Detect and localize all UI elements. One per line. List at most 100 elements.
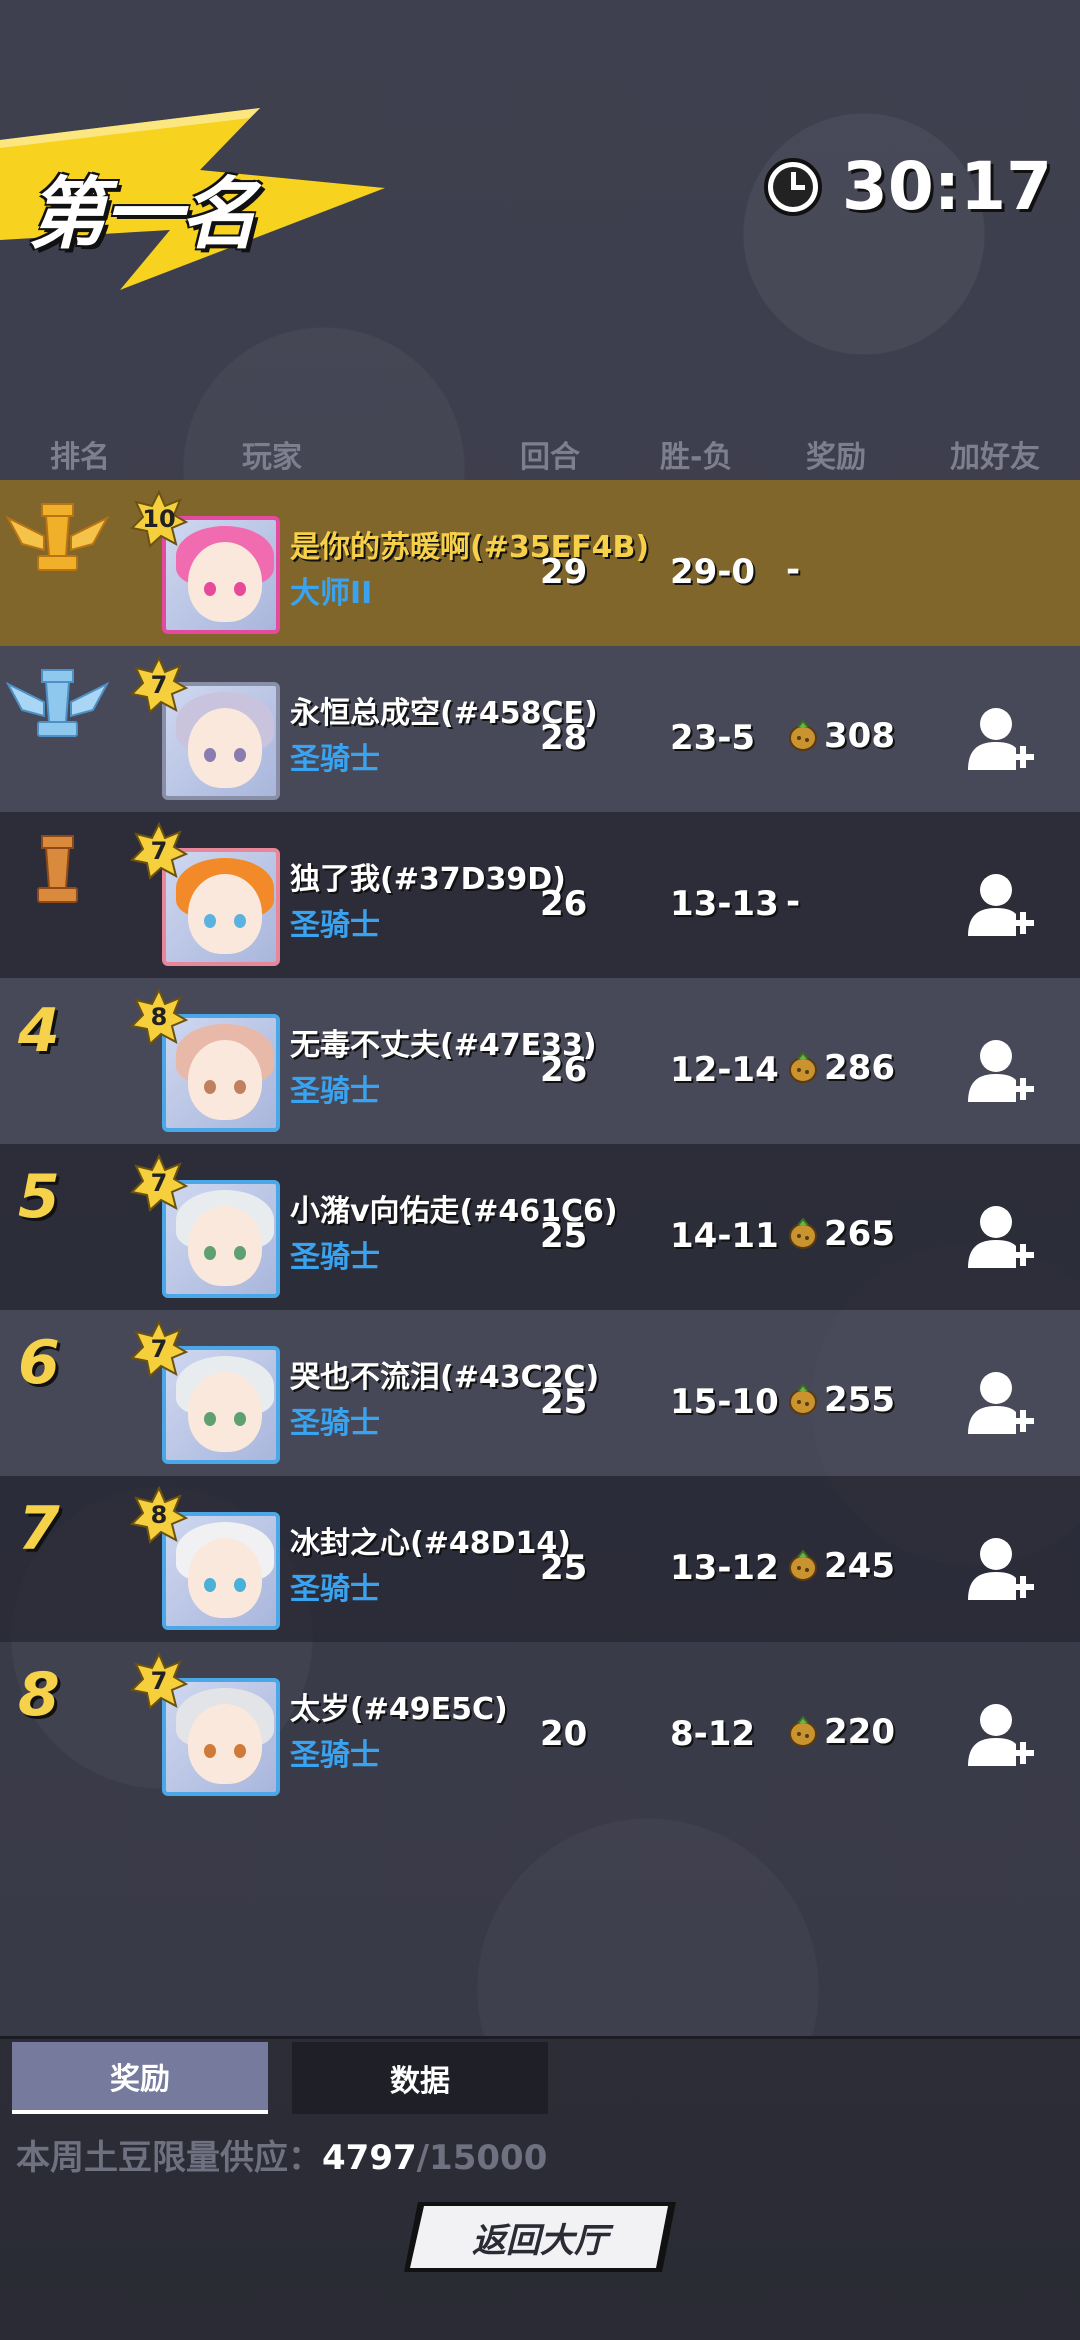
table-header: 排名 玩家 回合 胜-负 奖励 加好友 [0, 432, 1080, 482]
table-row: 8 7 太岁(#49E5C) 圣骑士 20 8-12 220 [0, 1642, 1080, 1808]
win-loss-value: 8-12 [670, 1714, 756, 1754]
player-name: 冰封之心(#48D14) [290, 1526, 571, 1561]
level-value: 8 [150, 1501, 168, 1529]
table-row: 10 是你的苏暖啊(#35EF4B) 大师II 29 29-0 - [0, 480, 1080, 646]
level-value: 7 [150, 837, 168, 865]
player-title: 圣骑士 [290, 742, 380, 777]
rank-number: 8 [18, 1660, 60, 1730]
col-win-loss: 胜-负 [660, 440, 733, 475]
round-value: 25 [540, 1548, 588, 1588]
level-value: 8 [150, 1003, 168, 1031]
potato-icon [789, 1217, 817, 1249]
win-loss-value: 13-13 [670, 884, 779, 924]
potato-icon [789, 1383, 817, 1415]
silver-trophy-icon [5, 669, 110, 737]
timer-text: 30:17 [841, 148, 1052, 225]
table-row: 7 永恒总成空(#458CE) 圣骑士 28 23-5 308 [0, 646, 1080, 812]
clock-icon [763, 157, 822, 216]
player-title: 圣骑士 [290, 1738, 380, 1773]
player-title: 圣骑士 [290, 1406, 380, 1441]
reward: - [786, 550, 800, 590]
tab-reward[interactable]: 奖励 [12, 2042, 268, 2114]
col-round: 回合 [520, 440, 580, 475]
back-button-label: 返回大厅 [472, 2220, 608, 2261]
potato-supply: 本周土豆限量供应：4797/15000 [16, 2130, 547, 2179]
col-add-friend: 加好友 [950, 440, 1040, 475]
level-value: 7 [150, 671, 168, 699]
rank-number: 7 [18, 1494, 60, 1564]
col-reward: 奖励 [806, 440, 866, 475]
reward-value: 286 [824, 1048, 895, 1088]
potato-icon [789, 1715, 817, 1747]
potato-icon [789, 1549, 817, 1581]
win-loss-value: 13-12 [670, 1548, 779, 1588]
add-friend-icon[interactable] [966, 1368, 1036, 1440]
add-friend-icon[interactable] [966, 1036, 1036, 1108]
match-timer: 30:17 [762, 148, 1052, 225]
col-rank: 排名 [50, 440, 110, 475]
reward-value: 220 [824, 1712, 895, 1752]
player-title: 圣骑士 [290, 1074, 380, 1109]
reward: 286 [786, 1048, 895, 1088]
gold-trophy-icon [5, 503, 110, 571]
round-value: 20 [540, 1714, 588, 1754]
add-friend-icon[interactable] [966, 1534, 1036, 1606]
add-friend-icon[interactable] [966, 1202, 1036, 1274]
level-value: 7 [150, 1169, 168, 1197]
reward: 255 [786, 1380, 895, 1420]
player-title: 圣骑士 [290, 908, 380, 943]
add-friend-icon[interactable] [966, 870, 1036, 942]
round-value: 28 [540, 718, 588, 758]
tab-data[interactable]: 数据 [292, 2042, 548, 2114]
back-to-lobby-button[interactable]: 返回大厅 [404, 2202, 676, 2272]
round-value: 29 [540, 552, 588, 592]
level-badge: 8 [129, 987, 189, 1046]
table-row: 4 8 无毒不丈夫(#47E33) 圣骑士 26 12-14 286 [0, 978, 1080, 1144]
level-value: 7 [150, 1667, 168, 1695]
player-name: 是你的苏暖啊(#35EF4B) [290, 530, 650, 565]
potato-icon [789, 719, 817, 751]
supply-current: 4797 [322, 2138, 417, 2178]
player-title: 大师II [290, 576, 373, 611]
level-badge: 8 [129, 1485, 189, 1544]
reward-value: - [786, 550, 801, 590]
supply-label: 本周土豆限量供应： [16, 2138, 322, 2178]
reward: 220 [786, 1712, 895, 1752]
player-name: 独了我(#37D39D) [290, 862, 566, 897]
reward-value: 308 [824, 716, 895, 756]
round-value: 25 [540, 1216, 588, 1256]
potato-icon [789, 1051, 817, 1083]
rank-number: 5 [18, 1162, 60, 1232]
col-player: 玩家 [242, 440, 302, 475]
bronze-trophy-icon [37, 835, 78, 903]
win-loss-value: 14-11 [670, 1216, 779, 1256]
round-value: 25 [540, 1382, 588, 1422]
win-loss-value: 15-10 [670, 1382, 779, 1422]
level-badge: 10 [129, 489, 189, 548]
player-title: 圣骑士 [290, 1240, 380, 1275]
reward: - [786, 882, 800, 922]
win-loss-value: 12-14 [670, 1050, 779, 1090]
win-loss-value: 23-5 [670, 718, 756, 758]
table-row: 6 7 哭也不流泪(#43C2C) 圣骑士 25 15-10 255 [0, 1310, 1080, 1476]
table-row: 5 7 小潴v向佑走(#461C6) 圣骑士 25 14-11 265 [0, 1144, 1080, 1310]
reward: 265 [786, 1214, 895, 1254]
player-title: 圣骑士 [290, 1572, 380, 1607]
level-badge: 7 [129, 1153, 189, 1212]
level-badge: 7 [129, 655, 189, 714]
round-value: 26 [540, 1050, 588, 1090]
ranking-list: 10 是你的苏暖啊(#35EF4B) 大师II 29 29-0 - 7 永恒总成… [0, 480, 1080, 1808]
page-title: 第一名 [28, 170, 258, 260]
rank-number: 4 [18, 996, 60, 1066]
reward-value: 245 [824, 1546, 895, 1586]
level-badge: 7 [129, 821, 189, 880]
reward-value: - [786, 882, 801, 922]
level-badge: 7 [129, 1319, 189, 1378]
add-friend-icon[interactable] [966, 704, 1036, 776]
player-name: 太岁(#49E5C) [290, 1692, 508, 1727]
level-badge: 7 [129, 1651, 189, 1710]
win-loss-value: 29-0 [670, 552, 756, 592]
reward-value: 255 [824, 1380, 895, 1420]
reward-value: 265 [824, 1214, 895, 1254]
add-friend-icon[interactable] [966, 1700, 1036, 1772]
